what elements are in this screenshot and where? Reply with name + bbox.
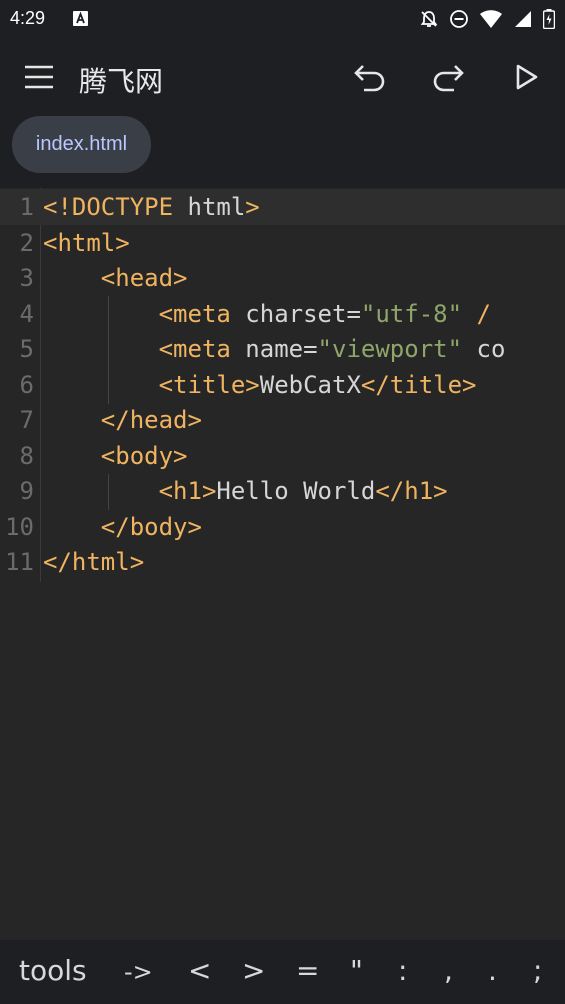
- semicolon-key[interactable]: ;: [533, 954, 542, 987]
- signal-icon: [515, 11, 531, 27]
- app-bar: 腾飞网: [0, 38, 565, 116]
- notifications-off-icon: [420, 11, 438, 27]
- code-line[interactable]: 11 </html>: [0, 544, 565, 580]
- period-key[interactable]: .: [488, 954, 497, 987]
- comma-key[interactable]: ,: [444, 954, 453, 987]
- code-token: </title>: [360, 370, 477, 399]
- line-number: 5: [19, 335, 34, 363]
- menu-icon: [25, 65, 53, 89]
- code-token: <html>: [43, 228, 130, 257]
- code-text: <!DOCTYPE html>: [43, 189, 260, 225]
- code-token: <body>: [100, 441, 188, 470]
- code-line[interactable]: 2 <html>: [0, 225, 565, 261]
- line-number: 10: [5, 512, 34, 541]
- line-number: 7: [19, 406, 34, 434]
- colon-key[interactable]: :: [398, 954, 407, 987]
- undo-button[interactable]: [351, 56, 389, 98]
- redo-icon: [433, 65, 464, 92]
- code-text: <h1>Hello World</h1>: [43, 473, 448, 509]
- code-editor[interactable]: 1 <!DOCTYPE html> 2 <html> 3 <head> 4 <meta c…: [0, 188, 565, 940]
- app-notification-icon: [73, 11, 88, 26]
- code-text: <head>: [43, 260, 188, 296]
- wifi-icon: [480, 10, 502, 28]
- code-text: </head>: [43, 402, 202, 438]
- play-icon: [516, 64, 538, 90]
- code-line[interactable]: 7 </head>: [0, 402, 565, 438]
- code-token: charset=: [245, 299, 361, 328]
- status-bar: 4:29: [0, 0, 565, 38]
- code-token: WebCatX: [259, 370, 361, 399]
- code-token: <head>: [100, 264, 188, 292]
- arrow-key[interactable]: ->: [124, 958, 153, 986]
- code-text: <meta name="viewport" co: [43, 331, 506, 367]
- redo-button[interactable]: [429, 56, 467, 98]
- code-line[interactable]: 1 <!DOCTYPE html>: [0, 189, 565, 225]
- code-text: <html>: [43, 225, 130, 261]
- file-tabs: index.html: [0, 116, 565, 188]
- code-token: <!DOCTYPE: [43, 193, 188, 221]
- code-token: "viewport": [317, 335, 463, 363]
- code-text: <meta charset="utf-8" /: [43, 296, 491, 332]
- code-token: <meta: [158, 335, 246, 363]
- line-number: 6: [19, 370, 34, 399]
- line-number: 3: [19, 264, 34, 292]
- code-token: </h1>: [375, 477, 448, 505]
- status-time: 4:29: [10, 8, 46, 28]
- code-text: <title>WebCatX</title>: [43, 367, 477, 403]
- code-token: <h1>: [158, 477, 217, 505]
- code-text: <body>: [43, 438, 188, 474]
- code-token: </html>: [43, 548, 145, 576]
- status-icons: [419, 9, 555, 29]
- code-token: </body>: [100, 512, 202, 541]
- tab-index-html[interactable]: index.html: [12, 116, 151, 173]
- code-token: "utf-8": [360, 299, 463, 328]
- code-line[interactable]: 10 </body>: [0, 509, 565, 545]
- battery-icon: [543, 9, 555, 29]
- code-token: /: [462, 299, 491, 328]
- code-token: </head>: [100, 406, 202, 434]
- app-title: 腾飞网: [79, 65, 164, 98]
- line-number: 9: [19, 477, 34, 505]
- do-not-disturb-icon: [450, 10, 468, 28]
- line-number: 1: [19, 193, 34, 221]
- code-text: </html>: [43, 544, 144, 580]
- run-button[interactable]: [507, 56, 545, 98]
- code-token: html: [187, 193, 246, 221]
- code-token: >: [245, 193, 260, 221]
- line-number: 4: [19, 299, 34, 328]
- tools-key[interactable]: tools: [19, 954, 87, 987]
- code-line[interactable]: 6 <title>WebCatX</title>: [0, 367, 565, 403]
- code-token: <title>: [158, 370, 260, 399]
- equals-key[interactable]: =: [296, 954, 319, 987]
- quote-key[interactable]: ": [350, 954, 363, 987]
- code-line[interactable]: 8 <body>: [0, 438, 565, 474]
- line-number: 11: [5, 548, 34, 576]
- greater-than-key[interactable]: >: [242, 954, 265, 987]
- code-token: Hello World: [216, 477, 376, 505]
- code-line[interactable]: 3 <head>: [0, 260, 565, 296]
- app-bar-actions: [351, 56, 545, 98]
- code-text: </body>: [43, 509, 202, 545]
- code-token: co: [462, 335, 506, 363]
- menu-button[interactable]: [22, 60, 56, 94]
- line-number: 8: [19, 441, 34, 470]
- code-token: <meta: [158, 299, 246, 328]
- code-line[interactable]: 9 <h1>Hello World</h1>: [0, 473, 565, 509]
- line-number: 2: [19, 228, 34, 257]
- code-line[interactable]: 4 <meta charset="utf-8" /: [0, 296, 565, 332]
- undo-icon: [354, 65, 385, 92]
- code-line[interactable]: 5 <meta name="viewport" co: [0, 331, 565, 367]
- less-than-key[interactable]: <: [188, 954, 211, 987]
- symbol-bar: tools -> < > = " : , . ;: [0, 940, 565, 1004]
- code-token: name=: [245, 335, 318, 363]
